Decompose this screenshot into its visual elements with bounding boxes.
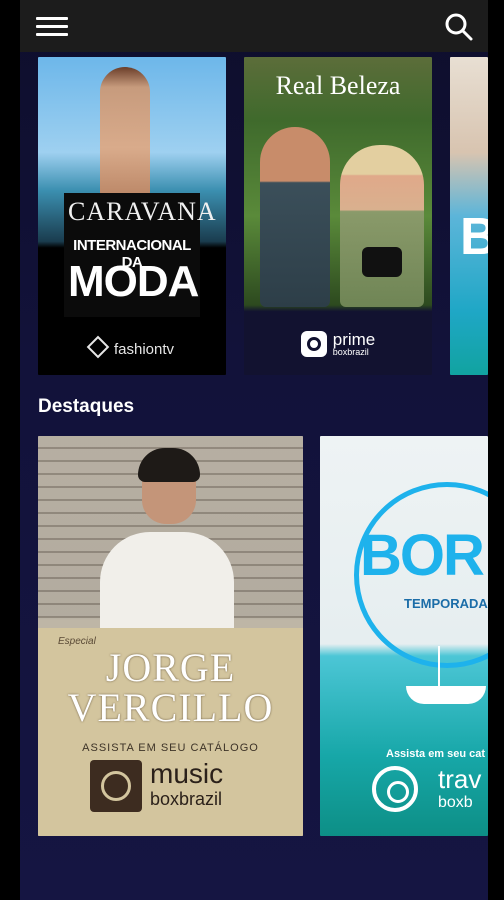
model-figure [100, 67, 150, 202]
carousel-card-caravana[interactable]: CARAVANA INTERNACIONAL DA MODA fashiontv [38, 57, 226, 375]
presenter-figure [260, 127, 330, 307]
music-logo-icon [90, 760, 142, 812]
brand-top: music [150, 758, 224, 789]
cta-text: Assista em seu cat [386, 748, 486, 760]
card-title: Real Beleza [275, 71, 401, 100]
card-title: BOR [360, 523, 485, 588]
hamburger-menu-icon[interactable] [34, 14, 70, 40]
search-icon[interactable] [444, 12, 474, 42]
card-emphasis: MODA [68, 257, 199, 306]
brand-label: fashiontv [113, 341, 175, 358]
featured-card-bora[interactable]: BOR TEMPORADA Assista em seu cat trav bo… [320, 436, 488, 836]
photographer-figure [340, 145, 424, 307]
carousel-card-partial[interactable]: B [450, 57, 488, 375]
top-bar [20, 0, 488, 52]
prime-boxbrazil-logo: prime boxbrazil [244, 331, 432, 357]
camera-icon [362, 247, 402, 277]
card-title: B [460, 208, 488, 266]
travel-logo-icon [372, 766, 418, 812]
brand-top: trav [438, 764, 482, 794]
artist-name-last: VERCILLO [67, 685, 274, 730]
brand-bottom: boxbrazil [150, 789, 223, 809]
brand-bottom: boxb [438, 794, 473, 811]
brand-bottom: boxbrazil [332, 347, 369, 357]
singer-figure [100, 448, 234, 643]
device-frame-right [488, 0, 504, 900]
featured-card-jorge-vercillo[interactable]: Especial JORGE VERCILLO ASSISTA EM SEU C… [38, 436, 303, 836]
section-title-destaques: Destaques [38, 396, 135, 417]
fashiontv-logo: fashiontv [38, 335, 226, 359]
device-frame-left [0, 0, 20, 900]
carousel-card-real-beleza[interactable]: Real Beleza prime boxbrazil [244, 57, 432, 375]
boat-mast [438, 646, 440, 688]
diamond-icon [86, 335, 110, 359]
brand-top: prime [332, 330, 376, 349]
prime-logo-icon [300, 331, 327, 357]
app-screen: CARAVANA INTERNACIONAL DA MODA fashiontv… [20, 0, 488, 900]
boat-icon [406, 686, 486, 704]
card-title: CARAVANA [68, 197, 217, 226]
cta-text: ASSISTA EM SEU CATÁLOGO [82, 742, 259, 754]
card-subtitle: TEMPORADA [404, 596, 488, 611]
